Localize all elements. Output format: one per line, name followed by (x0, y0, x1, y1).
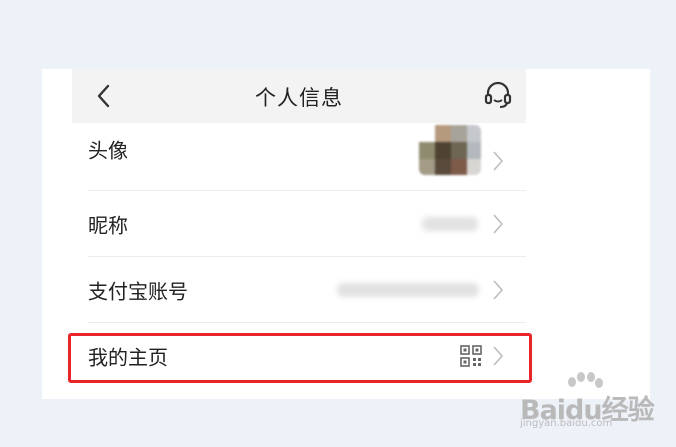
row-label: 支付宝账号 (88, 279, 188, 304)
page-title: 个人信息 (255, 86, 343, 110)
row-label: 昵称 (88, 213, 128, 238)
blurred-nickname (422, 217, 478, 231)
avatar (419, 125, 481, 175)
watermark-url: jingyan.baidu.com (520, 418, 613, 429)
watermark: Baidu经验 jingyan.baidu.com (512, 372, 662, 432)
row-label: 头像 (88, 138, 128, 163)
nickname-row[interactable]: 昵称 (72, 191, 526, 257)
headset-icon[interactable] (482, 79, 514, 111)
alipay-account-row[interactable]: 支付宝账号 (72, 257, 526, 323)
highlight-box (68, 333, 532, 383)
avatar-row[interactable]: 头像 (72, 123, 526, 191)
chevron-right-icon (493, 151, 504, 171)
chevron-right-icon (493, 214, 504, 234)
nav-bar: 个人信息 (72, 69, 526, 123)
blurred-account (337, 283, 479, 297)
chevron-right-icon (493, 280, 504, 300)
